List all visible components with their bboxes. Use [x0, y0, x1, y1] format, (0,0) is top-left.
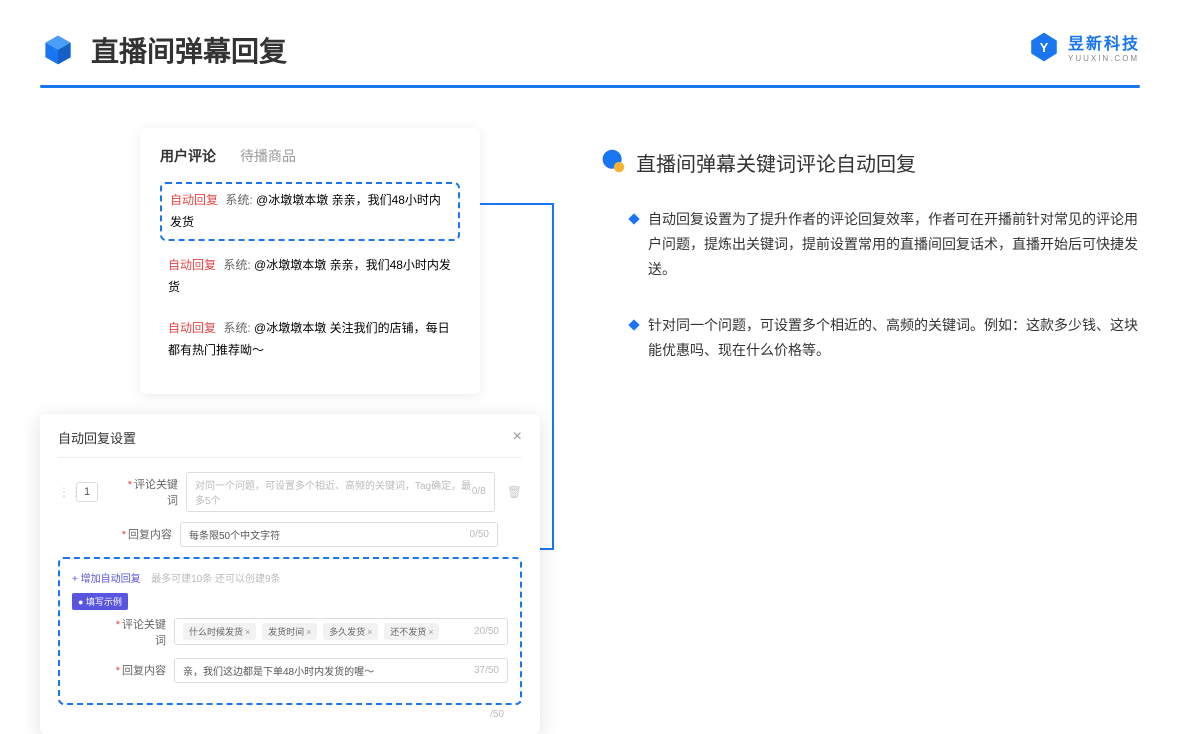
cube-icon	[40, 32, 76, 68]
header-divider	[40, 85, 1140, 88]
connector-line	[480, 203, 554, 205]
delete-icon[interactable]: 🗑	[507, 485, 522, 499]
drag-handle-icon[interactable]: ⋮⋮	[58, 485, 68, 499]
content-input[interactable]: 每条限50个中文字符 0/50	[180, 522, 498, 547]
tag-pill[interactable]: 什么时候发货×	[183, 623, 256, 640]
tag-pill[interactable]: 多久发货×	[323, 623, 378, 640]
section-title: 直播间弹幕关键词评论自动回复	[600, 148, 1140, 177]
example-content-input[interactable]: 亲，我们这边都是下单48小时内发货的喔～ 37/50	[174, 658, 508, 683]
example-block: + 增加自动回复 最多可建10条 还可以创建9条 ● 填写示例 *评论关键词 什…	[58, 557, 522, 705]
example-keyword-input[interactable]: 什么时候发货× 发货时间× 多久发货× 还不发货× 20/50	[174, 618, 508, 645]
svg-text:Y: Y	[1040, 39, 1049, 54]
bullet-item: 针对同一个问题，可设置多个相近的、高频的关键词。例如：这款多少钱、这块能优惠吗、…	[600, 313, 1140, 363]
page-title: 直播间弹幕回复	[91, 30, 287, 70]
system-label: 系统:	[223, 258, 250, 272]
comment-tabs: 用户评论 待播商品	[160, 146, 460, 166]
page-header: 直播间弹幕回复	[0, 0, 1180, 85]
close-icon[interactable]: ×	[513, 428, 522, 446]
diamond-icon	[628, 319, 639, 330]
screenshot-column: 用户评论 待播商品 自动回复 系统: @冰墩墩本墩 亲亲，我们48小时内发货 自…	[40, 128, 540, 734]
keyword-label: *评论关键词	[108, 616, 166, 648]
extra-counter: /50	[58, 705, 522, 720]
brand-logo: Y 昱新科技 YUUXIN.COM	[1028, 30, 1140, 63]
keyword-input[interactable]: 对同一个问题，可设置多个相近、高频的关键词，Tag确定，最多5个 0/8	[186, 472, 495, 512]
content-row: *回复内容 每条限50个中文字符 0/50	[58, 522, 522, 547]
auto-reply-badge: 自动回复	[168, 258, 216, 272]
index-box: 1	[76, 482, 98, 502]
brand-sub: YUUXIN.COM	[1068, 54, 1140, 63]
system-label: 系统:	[225, 193, 252, 207]
comment-row: 自动回复 系统: @冰墩墩本墩 关注我们的店铺，每日都有热门推荐呦～	[160, 312, 460, 367]
tab-user-comments[interactable]: 用户评论	[160, 146, 216, 166]
brand-icon: Y	[1028, 31, 1060, 63]
bubble-icon	[600, 148, 626, 174]
brand-name: 昱新科技	[1068, 30, 1140, 54]
settings-header: 自动回复设置 ×	[58, 428, 522, 458]
tag-pill[interactable]: 发货时间×	[262, 623, 317, 640]
section-heading: 直播间弹幕关键词评论自动回复	[636, 148, 916, 177]
add-hint: 最多可建10条 还可以创建9条	[151, 574, 280, 585]
char-counter: 0/50	[470, 529, 489, 540]
comment-row: 自动回复 系统: @冰墩墩本墩 亲亲，我们48小时内发货	[160, 249, 460, 304]
comment-row: 自动回复 系统: @冰墩墩本墩 亲亲，我们48小时内发货	[160, 182, 460, 241]
add-reply-link[interactable]: + 增加自动回复	[72, 574, 141, 585]
tab-pending-goods[interactable]: 待播商品	[240, 146, 296, 166]
keyword-row: ⋮⋮ 1 *评论关键词 对同一个问题，可设置多个相近、高频的关键词，Tag确定，…	[58, 472, 522, 512]
auto-reply-badge: 自动回复	[170, 193, 218, 207]
comment-card: 用户评论 待播商品 自动回复 系统: @冰墩墩本墩 亲亲，我们48小时内发货 自…	[140, 128, 480, 394]
connector-line	[552, 203, 554, 548]
settings-modal: 自动回复设置 × ⋮⋮ 1 *评论关键词 对同一个问题，可设置多个相近、高频的关…	[40, 414, 540, 734]
description-column: 直播间弹幕关键词评论自动回复 自动回复设置为了提升作者的评论回复效率，作者可在开…	[600, 128, 1140, 734]
char-counter: 20/50	[474, 626, 499, 637]
example-badge: ● 填写示例	[72, 593, 128, 610]
settings-title: 自动回复设置	[58, 428, 136, 447]
content-label: *回复内容	[108, 662, 166, 678]
char-counter: 37/50	[474, 665, 499, 676]
example-keyword-row: *评论关键词 什么时候发货× 发货时间× 多久发货× 还不发货× 20/50	[72, 616, 508, 648]
example-content-row: *回复内容 亲，我们这边都是下单48小时内发货的喔～ 37/50	[72, 658, 508, 683]
bullet-text: 针对同一个问题，可设置多个相近的、高频的关键词。例如：这款多少钱、这块能优惠吗、…	[648, 313, 1140, 363]
bullet-text: 自动回复设置为了提升作者的评论回复效率，作者可在开播前针对常见的评论用户问题，提…	[648, 207, 1140, 283]
auto-reply-badge: 自动回复	[168, 321, 216, 335]
keyword-label: *评论关键词	[120, 476, 178, 508]
diamond-icon	[628, 213, 639, 224]
tag-pill[interactable]: 还不发货×	[384, 623, 439, 640]
content-label: *回复内容	[114, 526, 172, 542]
char-counter: 0/8	[472, 486, 486, 497]
bullet-item: 自动回复设置为了提升作者的评论回复效率，作者可在开播前针对常见的评论用户问题，提…	[600, 207, 1140, 283]
system-label: 系统:	[223, 321, 250, 335]
